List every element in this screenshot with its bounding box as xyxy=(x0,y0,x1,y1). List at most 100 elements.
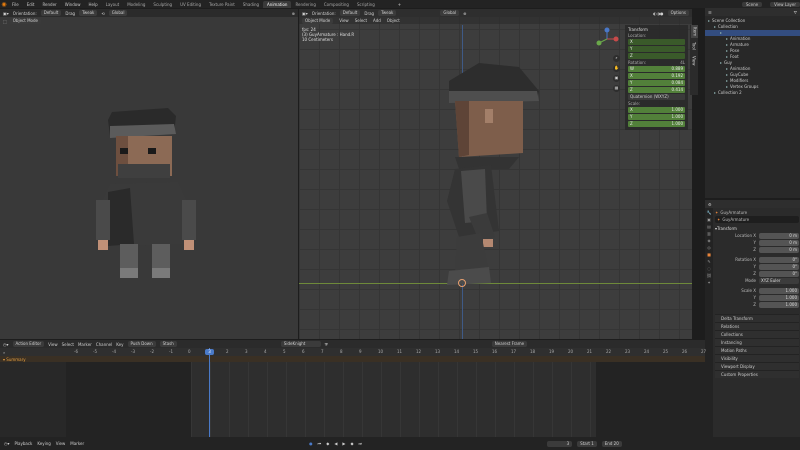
drag-dropdown[interactable]: Tweak xyxy=(378,10,397,16)
menu-marker[interactable]: Marker xyxy=(70,441,84,446)
playhead-line[interactable] xyxy=(209,348,210,437)
location-x-field[interactable]: 0 m xyxy=(759,232,799,239)
next-key-icon[interactable]: ◆ xyxy=(350,441,353,446)
view-layer-tab-icon[interactable]: ▥ xyxy=(707,231,711,236)
menu-select[interactable]: Select xyxy=(62,342,74,347)
scale-x-field[interactable]: X 1.000 xyxy=(628,107,685,113)
menu-marker[interactable]: Marker xyxy=(78,342,92,347)
view-layer-selector[interactable]: View Layer xyxy=(770,1,800,7)
rotation-y-field[interactable]: Y 0.084 xyxy=(628,80,685,86)
menu-edit[interactable]: Edit xyxy=(23,2,39,7)
data-tab-icon[interactable]: ✦ xyxy=(707,280,710,285)
properties-section-custom-properties[interactable]: Custom Properties xyxy=(715,370,799,378)
menu-view[interactable]: View xyxy=(339,18,349,23)
object-tab-icon[interactable]: ■ xyxy=(707,252,711,257)
mode-dropdown[interactable]: Object Mode xyxy=(302,17,334,24)
zoom-icon[interactable]: ⌕ xyxy=(613,55,620,62)
menu-add[interactable]: Add xyxy=(373,18,381,23)
scale-z-field[interactable]: Z 1.000 xyxy=(628,121,685,127)
rotation-z-field[interactable]: 0° xyxy=(759,270,799,277)
menu-view[interactable]: View xyxy=(56,441,66,446)
play-reverse-icon[interactable]: ◀ xyxy=(334,441,337,446)
tab-view[interactable]: View xyxy=(692,54,697,68)
record-icon[interactable]: ● xyxy=(309,441,313,446)
menu-key[interactable]: Key xyxy=(116,342,123,347)
outliner-editor-icon[interactable]: ☰ xyxy=(708,10,712,15)
transform-dropdown[interactable]: Global xyxy=(108,10,128,16)
tab-rendering[interactable]: Rendering xyxy=(291,1,319,8)
orientation-dropdown[interactable]: Default xyxy=(339,10,361,16)
navigation-gizmo-icon[interactable] xyxy=(595,27,619,51)
editor-type-icon[interactable]: ◷▾ xyxy=(3,342,9,347)
transform-orientation-icon[interactable]: ⟲ xyxy=(101,11,104,16)
scale-y-field[interactable]: 1.000 xyxy=(759,294,799,301)
mode-icon[interactable]: ⬚ xyxy=(3,19,7,24)
prev-key-icon[interactable]: ◆ xyxy=(326,441,329,446)
output-tab-icon[interactable]: ▤ xyxy=(707,224,711,229)
tab-item[interactable]: Item xyxy=(690,25,698,39)
world-tab-icon[interactable]: ◎ xyxy=(707,245,711,250)
properties-section-visibility[interactable]: Visibility xyxy=(715,354,799,362)
snap-icon[interactable]: ⊕ xyxy=(463,11,466,16)
menu-select[interactable]: Select xyxy=(355,18,367,23)
shading-icons[interactable]: ◐◑● xyxy=(653,11,663,16)
transform-section-header[interactable]: ▾ Transform xyxy=(715,225,799,232)
tab-tool[interactable]: Tool xyxy=(692,40,697,52)
constraint-tab-icon[interactable]: ⛓ xyxy=(706,273,711,278)
tab-modeling[interactable]: Modeling xyxy=(123,1,149,8)
properties-section-instancing[interactable]: Instancing xyxy=(715,338,799,346)
drag-dropdown[interactable]: Tweak xyxy=(79,10,98,16)
perspective-toggle-icon[interactable]: ▦ xyxy=(613,85,620,92)
tab-animation[interactable]: Animation xyxy=(263,0,292,8)
transform-dropdown[interactable]: Global xyxy=(440,10,460,16)
location-z-field[interactable]: 0 m xyxy=(759,246,799,253)
menu-keying[interactable]: Keying xyxy=(37,441,50,446)
tab-compositing[interactable]: Compositing xyxy=(320,1,353,8)
tab-sculpting[interactable]: Sculpting xyxy=(149,1,176,8)
orientation-dropdown[interactable]: Default xyxy=(40,10,62,16)
scale-z-field[interactable]: 1.000 xyxy=(759,301,799,308)
push-down-button[interactable]: Push Down xyxy=(127,341,156,347)
rotation-mode-dropdown[interactable]: XYZ Euler xyxy=(759,277,799,284)
filter-icon[interactable]: ⛛ xyxy=(794,10,797,15)
properties-section-motion-paths[interactable]: Motion Paths xyxy=(715,346,799,354)
menu-channel[interactable]: Channel xyxy=(96,342,112,347)
rotation-x-field[interactable]: 0° xyxy=(759,256,799,263)
menu-render[interactable]: Render xyxy=(38,2,60,7)
options-dropdown[interactable]: Options xyxy=(667,10,689,16)
location-z-field[interactable]: Z xyxy=(628,53,685,59)
editor-mode-dropdown[interactable]: Action Editor xyxy=(12,341,45,347)
left-viewport[interactable]: ▣▾ Orientation: Default Drag Tweak ⟲ Glo… xyxy=(0,9,298,339)
rotation-x-field[interactable]: X 0.192 xyxy=(628,73,685,79)
current-frame-field[interactable]: 3 xyxy=(547,440,573,447)
render-tab-icon[interactable]: ▣ xyxy=(707,217,711,222)
timeline-editor-icon[interactable]: ◷▾ xyxy=(4,441,10,446)
pan-icon[interactable]: ✋ xyxy=(613,65,620,72)
editor-type-icon[interactable]: ▣▾ xyxy=(302,11,308,16)
stash-button[interactable]: Stash xyxy=(159,341,177,347)
tab-layout[interactable]: Layout xyxy=(102,1,124,8)
menu-playback[interactable]: Playback xyxy=(15,441,33,446)
3d-cursor-icon[interactable] xyxy=(458,279,466,287)
scale-y-field[interactable]: Y 1.000 xyxy=(628,114,685,120)
search-icon[interactable]: ⌕ xyxy=(0,350,66,355)
current-frame-badge[interactable]: 3 xyxy=(205,349,214,355)
camera-view-icon[interactable]: ▣ xyxy=(613,75,620,82)
play-icon[interactable]: ▶ xyxy=(342,441,345,446)
tool-tab-icon[interactable]: 🔧 xyxy=(707,210,712,215)
physics-tab-icon[interactable]: ◌ xyxy=(707,266,711,271)
location-x-field[interactable]: X xyxy=(628,39,685,45)
mode-dropdown[interactable]: Object Mode xyxy=(9,18,41,24)
tab-texture-paint[interactable]: Texture Paint xyxy=(205,1,239,8)
scale-x-field[interactable]: 1.000 xyxy=(759,287,799,294)
menu-view[interactable]: View xyxy=(48,342,58,347)
jump-end-icon[interactable]: ⏭ xyxy=(359,441,363,446)
blender-logo-icon[interactable]: ◉ xyxy=(0,0,8,8)
properties-section-viewport-display[interactable]: Viewport Display xyxy=(715,362,799,370)
outliner-item[interactable]: ▸ Collection 2 xyxy=(705,90,800,96)
rotation-w-field[interactable]: W 0.889 xyxy=(628,66,685,72)
menu-object[interactable]: Object xyxy=(387,18,400,23)
keyframe-area[interactable] xyxy=(191,362,596,437)
properties-section-collections[interactable]: Collections xyxy=(715,330,799,338)
scene-tab-icon[interactable]: ◈ xyxy=(707,238,710,243)
